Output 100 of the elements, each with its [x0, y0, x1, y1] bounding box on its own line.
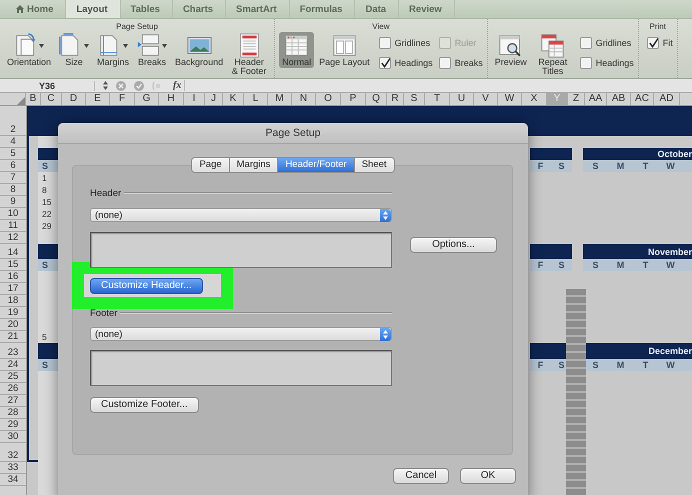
column-header[interactable]: AC: [631, 93, 654, 105]
column-header[interactable]: M: [268, 93, 292, 105]
column-header[interactable]: D: [62, 93, 86, 105]
ribbon-tab[interactable]: Charts: [172, 0, 226, 18]
weekday-cell-text: F: [536, 161, 544, 171]
column-header[interactable]: K: [223, 93, 244, 105]
column-header[interactable]: Q: [366, 93, 387, 105]
house-icon: [16, 5, 24, 13]
options-button[interactable]: Options...: [410, 237, 497, 253]
checkbox-label: Headings: [596, 58, 634, 68]
row-header[interactable]: 2: [0, 106, 26, 136]
row-header[interactable]: 21: [0, 331, 26, 343]
date-cell-text: 1: [41, 172, 48, 184]
checkbox[interactable]: [438, 57, 451, 69]
ribbon-button[interactable]: Page Layout: [316, 32, 373, 68]
ribbon-tab[interactable]: Review: [399, 0, 455, 18]
column-header[interactable]: AD: [654, 93, 680, 105]
dialog-button[interactable]: Cancel: [393, 468, 449, 484]
dialog-tab[interactable]: Sheet: [354, 157, 395, 173]
row-header[interactable]: 33: [0, 462, 26, 474]
row-header[interactable]: 7: [0, 172, 26, 184]
row-header[interactable]: 14: [0, 244, 26, 259]
column-header[interactable]: G: [135, 93, 159, 105]
row-header[interactable]: 10: [0, 208, 26, 220]
row-header[interactable]: 18: [0, 295, 26, 307]
ribbon-button[interactable]: Normal: [279, 32, 314, 68]
row-header[interactable]: 8: [0, 184, 26, 196]
dropdown[interactable]: (none): [90, 327, 392, 341]
ribbon-tab[interactable]: Layout: [66, 0, 121, 18]
column-header[interactable]: N: [292, 93, 316, 105]
row-header[interactable]: 30: [0, 431, 26, 443]
column-header[interactable]: U: [450, 93, 474, 105]
ribbon-button[interactable]: Size: [56, 32, 92, 68]
column-header[interactable]: B: [26, 93, 41, 105]
column-header[interactable]: I: [184, 93, 205, 105]
ribbon-button[interactable]: Header & Footer: [228, 32, 270, 77]
date-cell-text: 5: [41, 331, 48, 343]
ribbon-button[interactable]: Breaks: [134, 32, 170, 68]
row-header[interactable]: 4: [0, 136, 26, 148]
checkbox-label: Breaks: [454, 58, 483, 68]
dialog-button[interactable]: OK: [460, 468, 516, 484]
row-header[interactable]: 20: [0, 319, 26, 331]
name-box[interactable]: Y36: [0, 80, 95, 90]
ribbon-tab[interactable]: SmartArt: [226, 0, 290, 18]
row-header[interactable]: 17: [0, 283, 26, 295]
checkbox[interactable]: [378, 37, 391, 49]
column-header[interactable]: V: [474, 93, 498, 105]
row-header[interactable]: 24: [0, 359, 26, 371]
column-header[interactable]: C: [41, 93, 62, 105]
column-header[interactable]: S: [404, 93, 425, 105]
row-header[interactable]: 34: [0, 474, 26, 486]
row-header[interactable]: 5: [0, 148, 26, 160]
row-header[interactable]: 28: [0, 407, 26, 419]
column-header[interactable]: F: [110, 93, 135, 105]
ribbon-button[interactable]: Repeat Titles: [532, 32, 574, 77]
row-header[interactable]: 26: [0, 383, 26, 395]
checkbox[interactable]: [580, 57, 592, 69]
column-header[interactable]: AB: [607, 93, 631, 105]
row-header[interactable]: 12: [0, 232, 26, 244]
row-header[interactable]: 15: [0, 259, 26, 271]
column-header[interactable]: P: [341, 93, 366, 105]
customize-button[interactable]: Customize Footer...: [90, 397, 199, 413]
column-header[interactable]: O: [316, 93, 341, 105]
dialog-tab[interactable]: Margins: [230, 157, 278, 173]
column-header[interactable]: R: [387, 93, 404, 105]
column-header[interactable]: E: [86, 93, 110, 105]
row-header[interactable]: 25: [0, 371, 26, 383]
dialog-tab[interactable]: Page: [191, 157, 230, 173]
select-all-corner-icon: [17, 97, 25, 105]
ribbon-tab[interactable]: Formulas: [290, 0, 356, 18]
ribbon-button[interactable]: Margins: [94, 32, 132, 68]
column-header[interactable]: Z: [568, 93, 585, 105]
ribbon-button[interactable]: Background: [172, 32, 226, 68]
dropdown[interactable]: (none): [90, 208, 392, 222]
row-header[interactable]: 16: [0, 271, 26, 283]
weekday-cell-text: S: [557, 360, 566, 370]
row-header[interactable]: 32: [0, 443, 26, 462]
row-header[interactable]: 9: [0, 196, 26, 208]
ribbon-button[interactable]: Preview: [492, 32, 530, 68]
row-header[interactable]: 19: [0, 307, 26, 319]
column-header[interactable]: J: [205, 93, 223, 105]
ribbon-button[interactable]: Orientation: [4, 32, 54, 68]
checkbox[interactable]: [378, 57, 391, 69]
column-header[interactable]: L: [244, 93, 268, 105]
row-header[interactable]: 27: [0, 395, 26, 407]
checkbox[interactable]: [580, 37, 592, 49]
column-header[interactable]: W: [498, 93, 522, 105]
row-header[interactable]: 23: [0, 343, 26, 359]
row-header[interactable]: 29: [0, 419, 26, 431]
checkbox[interactable]: [646, 37, 659, 49]
section-label: Footer: [90, 308, 118, 318]
function-button[interactable]: fx: [170, 80, 186, 91]
ribbon-tab[interactable]: Tables: [120, 0, 173, 18]
row-header[interactable]: 6: [0, 160, 26, 172]
section-label: Header: [90, 188, 122, 198]
ribbon-tab[interactable]: Data: [355, 0, 400, 18]
column-header[interactable]: T: [425, 93, 450, 105]
row-header[interactable]: 11: [0, 220, 26, 232]
column-header[interactable]: AA: [585, 93, 607, 105]
column-header[interactable]: H: [159, 93, 184, 105]
